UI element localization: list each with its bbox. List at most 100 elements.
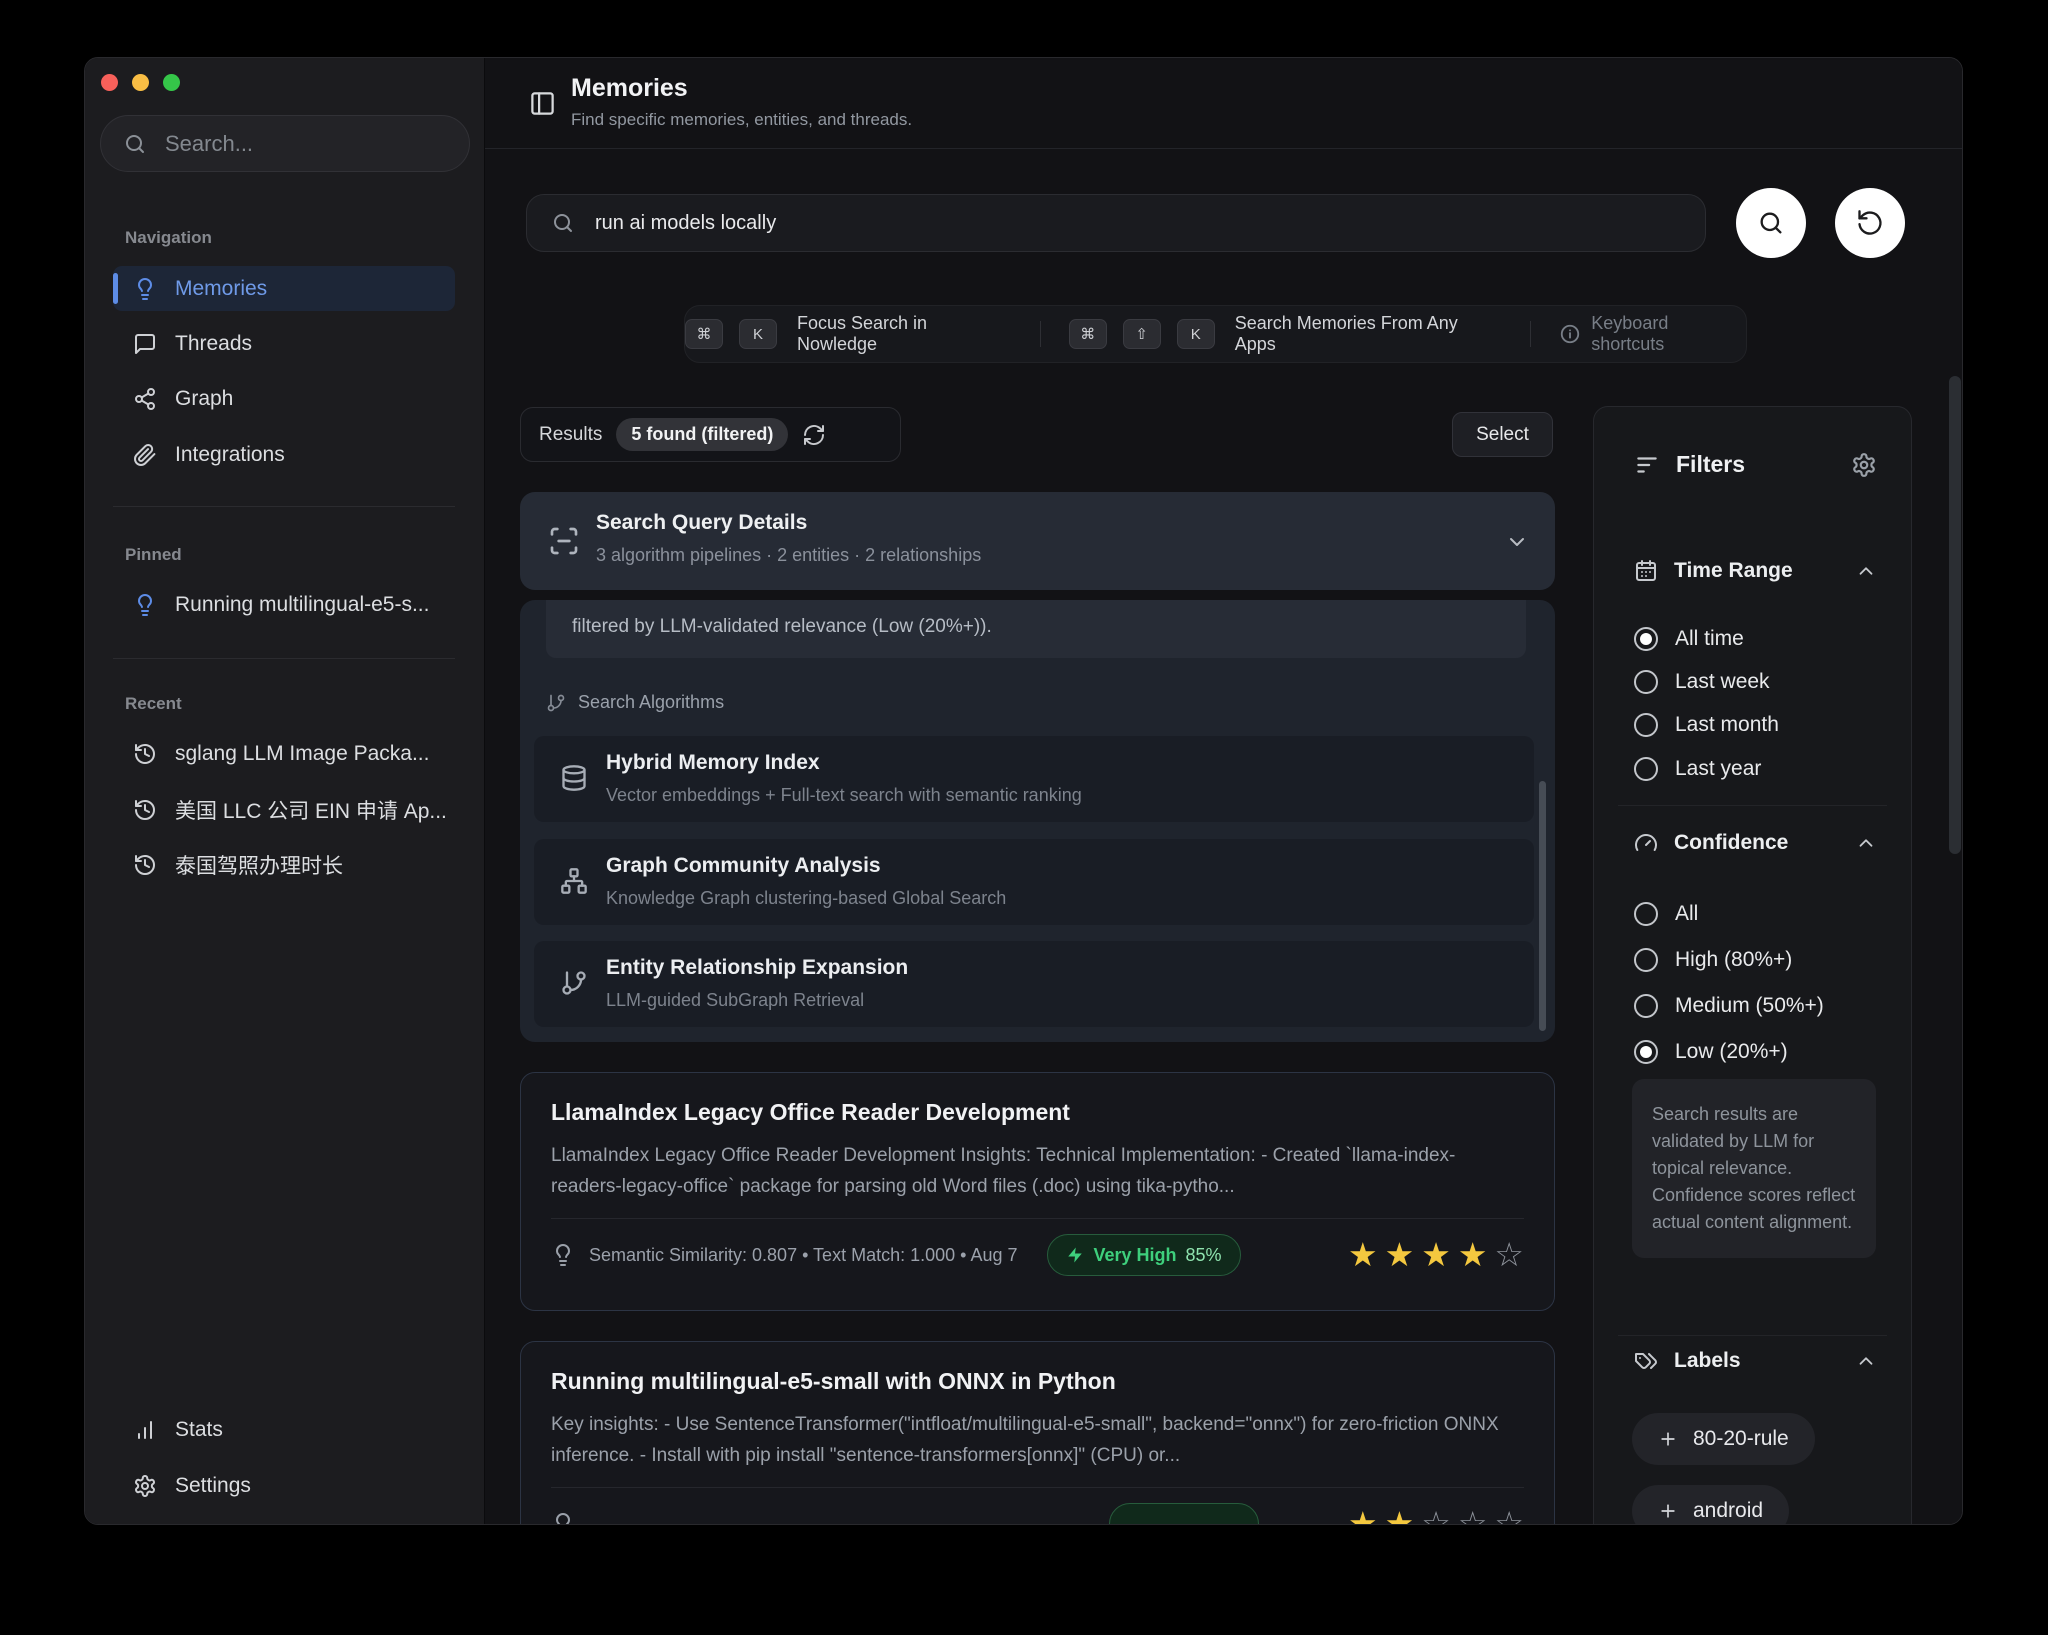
select-button[interactable]: Select	[1452, 412, 1553, 457]
radio-unselected	[1634, 757, 1658, 781]
pinned-section-label: Pinned	[125, 545, 182, 565]
panel-scrollbar-thumb[interactable]	[1539, 781, 1546, 1031]
database-icon	[560, 764, 588, 792]
confidence-option-high[interactable]: High (80%+)	[1634, 941, 1792, 979]
algorithm-row-graph-community-analysis[interactable]: Graph Community Analysis Knowledge Graph…	[534, 839, 1534, 925]
chat-bubble-icon	[133, 332, 157, 356]
relevance-note: filtered by LLM-validated relevance (Low…	[546, 600, 1526, 658]
paperclip-icon	[133, 443, 157, 467]
algorithm-row-entity-relationship-expansion[interactable]: Entity Relationship Expansion LLM-guided…	[534, 941, 1534, 1027]
chevron-up-icon	[1855, 560, 1877, 582]
star-empty-icon[interactable]: ☆	[1458, 1504, 1488, 1525]
main-content: Memories Find specific memories, entitie…	[485, 58, 1963, 1524]
tags-icon	[1634, 1349, 1658, 1373]
time-range-option-all-time[interactable]: All time	[1634, 620, 1744, 658]
star-filled-icon[interactable]: ★	[1348, 1235, 1378, 1275]
star-filled-icon[interactable]: ★	[1458, 1235, 1488, 1275]
star-filled-icon[interactable]: ★	[1385, 1235, 1415, 1275]
sidebar-item-stats[interactable]: Stats	[113, 1407, 455, 1452]
star-empty-icon[interactable]: ☆	[1421, 1504, 1451, 1525]
result-card[interactable]: Running multilingual-e5-small with ONNX …	[520, 1341, 1555, 1525]
recent-item-label: 美国 LLC 公司 EIN 申请 Ap...	[175, 795, 447, 825]
lightbulb-icon	[551, 1243, 575, 1267]
star-filled-icon[interactable]: ★	[1348, 1504, 1378, 1525]
active-indicator	[113, 273, 118, 304]
result-meta: Semantic Similarity: 0.807 • Text Match:…	[589, 1245, 1017, 1266]
sidebar-item-integrations[interactable]: Integrations	[113, 432, 455, 477]
confidence-badge	[1109, 1503, 1259, 1525]
window-scrollbar-thumb[interactable]	[1949, 376, 1961, 854]
memories-search-input[interactable]	[593, 211, 1681, 236]
refresh-icon[interactable]	[802, 423, 826, 447]
zap-icon	[1066, 1246, 1084, 1264]
calendar-icon	[1634, 559, 1658, 583]
memories-search	[526, 194, 1706, 252]
filter-lines-icon	[1634, 452, 1660, 478]
command-key: ⌘	[1069, 319, 1107, 349]
command-key: ⌘	[685, 319, 723, 349]
plus-icon	[1658, 1501, 1678, 1521]
chevron-down-icon[interactable]	[1505, 530, 1529, 554]
sidebar-divider	[113, 658, 455, 659]
sidebar-search-input[interactable]	[163, 130, 459, 158]
confidence-option-medium[interactable]: Medium (50%+)	[1634, 987, 1824, 1025]
star-empty-icon[interactable]: ☆	[1494, 1504, 1524, 1525]
minimize-window-button[interactable]	[132, 74, 149, 91]
panel-left-icon[interactable]	[529, 90, 556, 117]
star-filled-icon[interactable]: ★	[1421, 1235, 1451, 1275]
shift-key: ⇧	[1123, 319, 1161, 349]
scan-icon	[548, 525, 580, 557]
result-title: Running multilingual-e5-small with ONNX …	[551, 1368, 1524, 1395]
keyboard-shortcuts-link[interactable]: Keyboard shortcuts	[1559, 313, 1746, 355]
recent-item[interactable]: sglang LLM Image Packa...	[113, 731, 455, 776]
separator	[1040, 321, 1041, 347]
sidebar-item-threads[interactable]: Threads	[113, 321, 455, 366]
star-rating[interactable]: ★ ★ ☆ ☆ ☆	[1348, 1504, 1524, 1525]
sidebar-item-graph[interactable]: Graph	[113, 376, 455, 421]
recent-item[interactable]: 泰国驾照办理时长	[113, 842, 455, 887]
confidence-section-header[interactable]: Confidence	[1634, 831, 1877, 855]
recent-item[interactable]: 美国 LLC 公司 EIN 申请 Ap...	[113, 787, 455, 832]
zoom-window-button[interactable]	[163, 74, 180, 91]
algorithm-row-hybrid-memory-index[interactable]: Hybrid Memory Index Vector embeddings + …	[534, 736, 1534, 822]
history-icon	[133, 798, 157, 822]
app-window: Navigation Memories Threads Graph Integr…	[84, 57, 1963, 1525]
gear-icon[interactable]	[1851, 452, 1877, 478]
confidence-option-low[interactable]: Low (20%+)	[1634, 1033, 1788, 1071]
divider	[1618, 1335, 1887, 1336]
star-rating[interactable]: ★★★★☆	[1348, 1235, 1524, 1275]
algorithm-name: Graph Community Analysis	[606, 854, 881, 878]
desktop-background: Navigation Memories Threads Graph Integr…	[0, 0, 2048, 1635]
time-range-option-last-week[interactable]: Last week	[1634, 663, 1770, 701]
git-branch-icon	[546, 693, 566, 713]
star-filled-icon[interactable]: ★	[1385, 1504, 1415, 1525]
time-range-option-last-year[interactable]: Last year	[1634, 750, 1761, 788]
result-card[interactable]: LlamaIndex Legacy Office Reader Developm…	[520, 1072, 1555, 1311]
reset-search-button[interactable]	[1835, 188, 1905, 258]
sidebar-item-label: Threads	[175, 332, 252, 356]
time-range-section-header[interactable]: Time Range	[1634, 559, 1877, 583]
label-tag-android[interactable]: android	[1632, 1485, 1789, 1525]
labels-section-header[interactable]: Labels	[1634, 1349, 1877, 1373]
lightbulb-icon	[133, 593, 157, 617]
sidebar-item-label: Graph	[175, 387, 233, 411]
divider	[551, 1487, 1524, 1488]
radio-unselected	[1634, 994, 1658, 1018]
result-footer: ★ ★ ☆ ☆ ☆	[551, 1501, 1524, 1525]
search-query-details-header[interactable]: Search Query Details 3 algorithm pipelin…	[520, 492, 1555, 590]
confidence-option-all[interactable]: All	[1634, 895, 1698, 933]
recent-item-label: sglang LLM Image Packa...	[175, 742, 429, 766]
search-submit-button[interactable]	[1736, 188, 1806, 258]
plus-icon	[1658, 1429, 1678, 1449]
chevron-up-icon	[1855, 1350, 1877, 1372]
time-range-option-last-month[interactable]: Last month	[1634, 706, 1779, 744]
star-empty-icon[interactable]: ☆	[1494, 1235, 1524, 1275]
sidebar-item-memories[interactable]: Memories	[113, 266, 455, 311]
radio-unselected	[1634, 713, 1658, 737]
radio-selected	[1634, 627, 1658, 651]
sidebar-item-settings[interactable]: Settings	[113, 1463, 455, 1508]
pinned-item[interactable]: Running multilingual-e5-s...	[113, 582, 455, 627]
bar-chart-icon	[133, 1418, 157, 1442]
label-tag-80-20-rule[interactable]: 80-20-rule	[1632, 1413, 1815, 1465]
close-window-button[interactable]	[101, 74, 118, 91]
